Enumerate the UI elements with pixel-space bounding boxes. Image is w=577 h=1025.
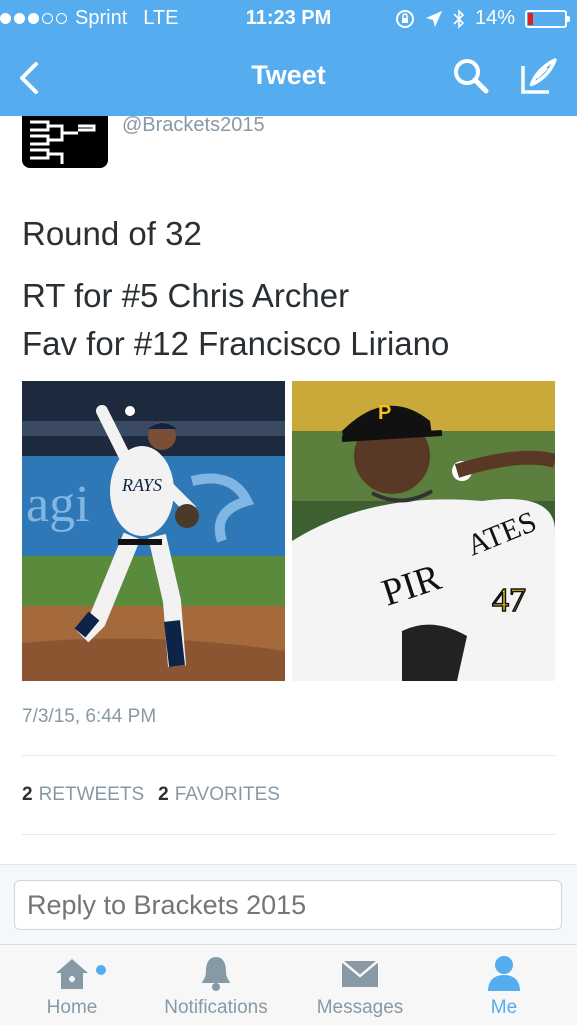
- tab-messages-label: Messages: [316, 997, 404, 1018]
- tweet-stats: 2 RETWEETS 2 FAVORITES: [22, 784, 280, 806]
- tab-home[interactable]: Home: [0, 953, 144, 1019]
- divider: [22, 755, 555, 756]
- top-bar: Sprint LTE 11:23 PM 14% Tweet: [0, 0, 577, 116]
- search-icon[interactable]: [451, 56, 491, 96]
- svg-text:P: P: [378, 402, 391, 424]
- tweet-line-round: Round of 32: [22, 215, 202, 252]
- divider: [22, 834, 555, 835]
- tab-home-label: Home: [46, 997, 98, 1018]
- navigation-bar: Tweet: [0, 40, 577, 116]
- bluetooth-icon: [453, 8, 465, 29]
- status-bar: Sprint LTE 11:23 PM 14%: [0, 0, 577, 40]
- person-icon: [488, 956, 520, 991]
- photo-rays-pitcher[interactable]: agi RAYS: [22, 381, 285, 681]
- favorites-count: 2: [158, 784, 169, 805]
- location-arrow-icon: [425, 10, 442, 27]
- battery-percent: 14%: [474, 7, 515, 29]
- tab-me[interactable]: Me: [432, 953, 576, 1019]
- home-icon: [56, 959, 88, 989]
- rotation-lock-icon: [395, 9, 414, 28]
- retweets-count: 2: [22, 784, 33, 805]
- bell-icon: [202, 957, 230, 991]
- tab-messages[interactable]: Messages: [288, 953, 432, 1019]
- tweet-text: Round of 32 RT for #5 Chris Archer Fav f…: [22, 210, 449, 368]
- favorites-label: FAVORITES: [174, 784, 280, 805]
- tab-notifications[interactable]: Notifications: [144, 953, 288, 1019]
- bracket-logo-icon: [30, 120, 96, 164]
- reply-bar: [0, 864, 577, 945]
- photo-pirates-pitcher[interactable]: P PIR ATES 47: [292, 381, 555, 681]
- tab-me-label: Me: [490, 997, 518, 1018]
- svg-text:47: 47: [492, 582, 526, 619]
- retweets-stat[interactable]: 2 RETWEETS: [22, 784, 144, 806]
- tweet-line-fav: Fav for #12 Francisco Liriano: [22, 325, 450, 362]
- tweet-timestamp: 7/3/15, 6:44 PM: [22, 706, 157, 727]
- battery-icon: [525, 9, 570, 28]
- avatar[interactable]: [22, 116, 108, 168]
- tab-bar: Home Notifications Messages Me: [0, 944, 577, 1025]
- unread-dot: [96, 965, 106, 975]
- reply-input[interactable]: [14, 880, 562, 930]
- svg-text:agi: agi: [26, 476, 90, 533]
- tweet-line-rt: RT for #5 Chris Archer: [22, 277, 350, 314]
- retweets-label: RETWEETS: [38, 784, 145, 805]
- user-handle[interactable]: @Brackets2015: [122, 114, 265, 137]
- compose-icon[interactable]: [517, 56, 559, 98]
- envelope-icon: [341, 960, 379, 987]
- favorites-stat[interactable]: 2 FAVORITES: [158, 784, 280, 806]
- tab-notifications-label: Notifications: [164, 997, 268, 1018]
- svg-text:RAYS: RAYS: [121, 475, 162, 495]
